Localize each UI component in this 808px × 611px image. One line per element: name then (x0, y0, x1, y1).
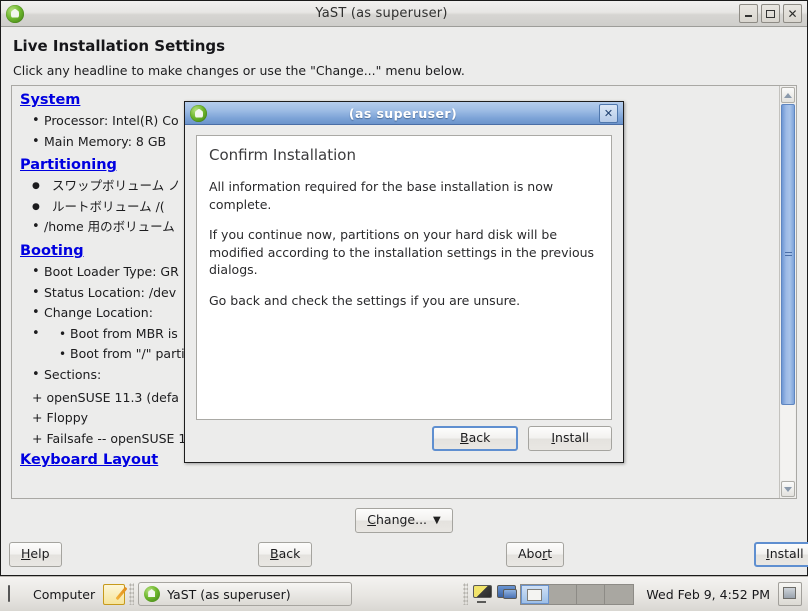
dialog-install-button[interactable]: Install (528, 426, 612, 451)
pager-desktop-1[interactable] (521, 584, 550, 604)
back-button[interactable]: Back (258, 542, 313, 567)
notepad-pencil-icon[interactable] (103, 583, 126, 605)
clock[interactable]: Wed Feb 9, 4:52 PM (634, 587, 778, 602)
dialog-paragraph: Go back and check the settings if you ar… (209, 292, 521, 308)
tray-separator[interactable] (463, 583, 469, 605)
pager-desktop-2[interactable] (549, 584, 578, 604)
section-heading-partitioning[interactable]: Partitioning (20, 157, 117, 173)
change-label-rest: hange... (375, 512, 428, 527)
computer-label: Computer (33, 586, 96, 602)
suse-geeko-icon (6, 4, 24, 23)
dialog-back-accel: B (460, 430, 469, 446)
window-controls: ✕ (739, 4, 802, 23)
help-accel: H (21, 546, 31, 561)
desktop-screen: YaST (as superuser) ✕ Live Installation … (0, 0, 808, 611)
scrollbar-grip-icon (784, 250, 792, 258)
dialog-title: (as superuser) (348, 105, 458, 121)
footer-button-bar: Help Back Abort Install (1, 542, 808, 570)
suse-geeko-icon (144, 586, 161, 602)
pager-desktop-3[interactable] (577, 584, 606, 604)
display-settings-icon[interactable] (472, 585, 493, 603)
dialog-paragraph: All information required for the base in… (209, 179, 554, 212)
change-accel: C (367, 512, 376, 527)
dialog-body: Confirm Installation All information req… (185, 125, 623, 462)
network-icon[interactable] (496, 585, 518, 603)
suse-geeko-icon (190, 104, 207, 122)
chevron-down-icon: ▼ (433, 515, 441, 526)
show-desktop-icon[interactable] (778, 582, 802, 606)
dialog-back-button[interactable]: Back (432, 426, 519, 451)
main-window-title: YaST (as superuser) (315, 6, 448, 21)
section-heading-keyboard-layout[interactable]: Keyboard Layout (20, 452, 158, 468)
maximize-button[interactable] (761, 4, 780, 23)
pager-desktop-4[interactable] (605, 585, 633, 604)
help-button[interactable]: Help (9, 542, 62, 567)
minimize-button[interactable] (739, 4, 758, 23)
section-heading-booting[interactable]: Booting (20, 243, 84, 259)
dialog-heading: Confirm Installation (209, 146, 356, 164)
taskbar-separator[interactable] (129, 583, 135, 605)
scrollbar-thumb[interactable] (781, 104, 795, 405)
taskbar-window-button-yast[interactable]: YaST (as superuser) (138, 582, 353, 606)
dialog-button-bar: Back Install (432, 426, 612, 451)
install-button[interactable]: Install (754, 542, 808, 567)
main-window-titlebar[interactable]: YaST (as superuser) ✕ (1, 1, 807, 27)
dialog-text-panel: Confirm Installation All information req… (196, 135, 612, 420)
back-accel: B (270, 546, 279, 561)
change-menu-button[interactable]: Change... ▼ (355, 508, 453, 533)
yast-main-window: YaST (as superuser) ✕ Live Installation … (0, 0, 808, 576)
abort-button[interactable]: Abort (506, 542, 565, 567)
system-tray: Wed Feb 9, 4:52 PM (459, 582, 804, 606)
scroll-up-arrow[interactable] (781, 87, 795, 103)
close-button[interactable]: ✕ (783, 4, 802, 23)
computer-menu-button[interactable]: Computer (4, 581, 103, 607)
page-subtitle: Click any headline to make changes or us… (13, 63, 465, 78)
dialog-close-button[interactable]: ✕ (599, 103, 618, 123)
desktop-pager[interactable] (520, 583, 635, 605)
scrollbar-track[interactable] (781, 104, 795, 480)
computer-monitor-icon (8, 585, 27, 602)
vertical-scrollbar[interactable] (779, 86, 796, 498)
scroll-down-arrow[interactable] (781, 481, 795, 497)
taskbar: Computer YaST (as superuser) Wed Feb 9, … (0, 576, 808, 611)
confirm-installation-dialog: (as superuser) ✕ Confirm Installation Al… (184, 101, 624, 463)
change-menu-row: Change... ▼ (11, 508, 797, 533)
dialog-titlebar[interactable]: (as superuser) ✕ (185, 102, 623, 125)
page-title: Live Installation Settings (13, 37, 226, 55)
taskbar-window-label: YaST (as superuser) (167, 586, 291, 602)
section-heading-system[interactable]: System (20, 92, 80, 108)
dialog-paragraph: If you continue now, partitions on your … (209, 227, 595, 277)
